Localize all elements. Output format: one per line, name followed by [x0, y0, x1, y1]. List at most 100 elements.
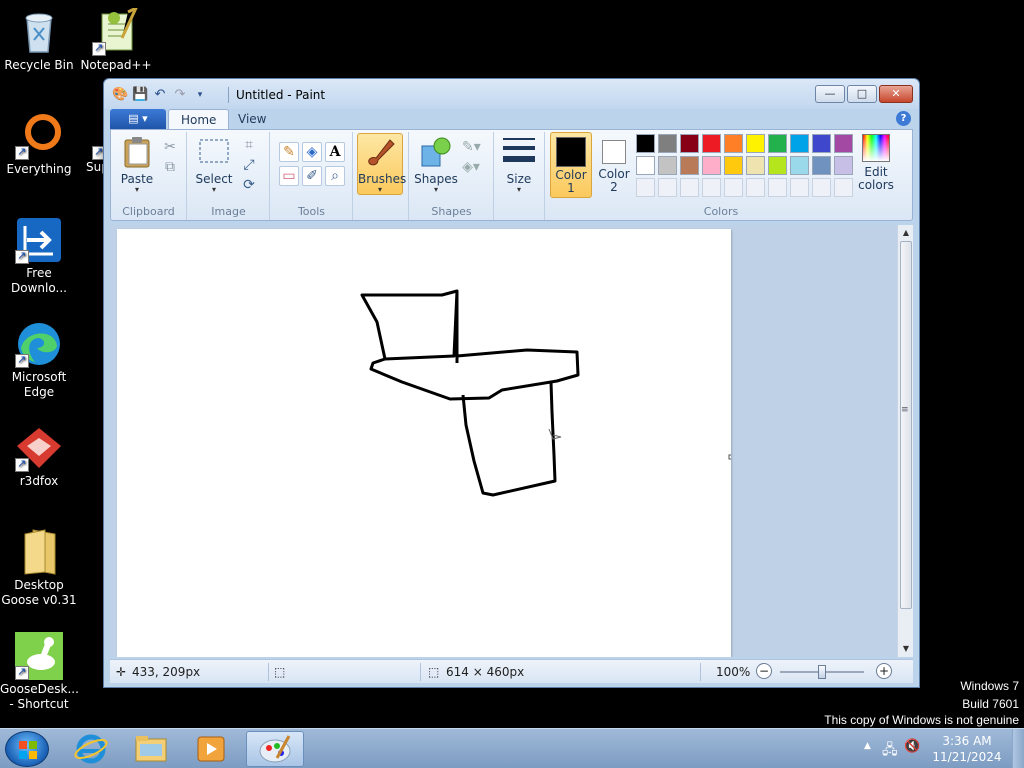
zoom-slider[interactable] [780, 665, 864, 679]
drawing-canvas[interactable] [117, 229, 734, 657]
desktop-icon-desktop-goose[interactable]: Desktop Goose v0.31 [0, 528, 78, 608]
taskbar-paint[interactable] [246, 731, 304, 767]
outline-icon[interactable]: ✎▾ [462, 138, 481, 156]
palette-swatch[interactable] [812, 178, 831, 197]
palette-swatch[interactable] [636, 134, 655, 153]
copy-icon[interactable]: ⧉ [161, 158, 179, 176]
palette-swatch[interactable] [702, 178, 721, 197]
edit-colors-button[interactable]: Edit colors [854, 134, 898, 192]
status-separator [700, 663, 701, 681]
zoom-out-icon[interactable]: − [756, 663, 772, 679]
fill-icon[interactable]: ◈ [302, 142, 322, 162]
paint-menu-button[interactable]: ▤ ▾ [110, 109, 166, 129]
eraser-icon[interactable]: ▭ [279, 166, 299, 186]
color2-button[interactable]: Color 2 [594, 132, 634, 198]
maximize-button[interactable]: □ [847, 85, 877, 103]
resize-icon[interactable]: ⤢ [240, 156, 258, 174]
palette-swatch[interactable] [768, 178, 787, 197]
pencil-icon[interactable]: ✎ [279, 142, 299, 162]
scroll-thumb[interactable] [900, 241, 912, 609]
undo-icon[interactable]: ↶ [152, 87, 168, 103]
rotate-icon[interactable]: ⟳ [240, 176, 258, 194]
color-spectrum-icon [862, 134, 890, 162]
palette-swatch[interactable] [768, 134, 787, 153]
desktop-icon-goosedesktop-shortcut[interactable]: GooseDesk... - Shortcut [0, 632, 79, 712]
desktop-icon-free-download[interactable]: Free Downlo... [0, 216, 78, 296]
drawing [360, 289, 734, 497]
palette-swatch[interactable] [658, 178, 677, 197]
magnifier-icon[interactable]: ⌕ [325, 166, 345, 186]
palette-swatch[interactable] [746, 178, 765, 197]
text-icon[interactable]: A [325, 142, 345, 162]
title-bar[interactable]: 🎨 💾 ↶ ↷ ▾ Untitled - Paint — □ ✕ [104, 79, 919, 109]
show-hidden-icons-icon[interactable]: ▲ [864, 741, 871, 751]
palette-swatch[interactable] [680, 156, 699, 175]
palette-swatch[interactable] [658, 134, 677, 153]
cursor-position: 433, 209px [132, 665, 201, 679]
palette-swatch[interactable] [680, 178, 699, 197]
scroll-up-icon[interactable]: ▲ [898, 225, 914, 241]
volume-muted-icon[interactable]: 🔇 [904, 739, 920, 754]
desktop-icon-r3dfox[interactable]: r3dfox [0, 424, 78, 489]
desktop-icon-partial[interactable]: Sup [78, 112, 104, 175]
cut-icon[interactable]: ✂ [161, 138, 179, 156]
palette-swatch[interactable] [636, 156, 655, 175]
desktop-icon-notepadpp[interactable]: Notepad++ [77, 4, 155, 73]
palette-swatch[interactable] [812, 156, 831, 175]
fill-shape-icon[interactable]: ◈▾ [462, 158, 480, 176]
network-icon[interactable]: 🖧 [882, 739, 898, 763]
desktop-icon-edge[interactable]: Microsoft Edge [0, 320, 78, 400]
paste-button[interactable]: Paste ▾ [117, 136, 157, 194]
palette-swatch[interactable] [834, 134, 853, 153]
palette-swatch[interactable] [834, 156, 853, 175]
taskbar-internet-explorer[interactable] [62, 731, 120, 767]
taskbar-media-player[interactable] [182, 731, 240, 767]
palette-swatch[interactable] [724, 178, 743, 197]
windows-logo-icon [19, 741, 37, 759]
shapes-button[interactable]: Shapes ▾ [414, 136, 458, 194]
tab-home[interactable]: Home [168, 109, 230, 130]
scroll-down-icon[interactable]: ▼ [898, 641, 914, 657]
vertical-scrollbar[interactable]: ▲ ≡ ▼ [897, 225, 913, 657]
close-button[interactable]: ✕ [879, 85, 913, 103]
paint-app-icon[interactable]: 🎨 [112, 87, 128, 103]
zoom-in-icon[interactable]: + [876, 663, 892, 679]
desktop-icon-everything[interactable]: Everything [0, 112, 78, 177]
palette-swatch[interactable] [834, 178, 853, 197]
save-icon[interactable]: 💾 [132, 87, 148, 103]
size-button[interactable]: Size ▾ [499, 136, 539, 194]
palette-swatch[interactable] [812, 134, 831, 153]
clock[interactable]: 3:36 AM 11/21/2024 [932, 733, 1002, 765]
tab-view[interactable]: View [226, 109, 278, 130]
paint-window[interactable]: 🎨 💾 ↶ ↷ ▾ Untitled - Paint — □ ✕ ▤ ▾ Hom… [103, 78, 920, 688]
palette-swatch[interactable] [724, 134, 743, 153]
start-button[interactable] [5, 731, 49, 767]
palette-swatch[interactable] [702, 156, 721, 175]
palette-swatch[interactable] [636, 178, 655, 197]
customize-qat-icon[interactable]: ▾ [192, 87, 208, 103]
color1-button[interactable]: Color 1 [550, 132, 592, 198]
help-icon[interactable]: ? [896, 111, 911, 126]
desktop-icon-recycle-bin[interactable]: Recycle Bin [0, 8, 78, 73]
palette-swatch[interactable] [790, 178, 809, 197]
palette-swatch[interactable] [768, 156, 787, 175]
palette-swatch[interactable] [790, 156, 809, 175]
taskbar-explorer[interactable] [122, 731, 180, 767]
select-label: Select [195, 172, 233, 186]
palette-swatch[interactable] [746, 134, 765, 153]
palette-swatch[interactable] [702, 134, 721, 153]
palette-swatch[interactable] [790, 134, 809, 153]
palette-swatch[interactable] [724, 156, 743, 175]
show-desktop-button[interactable] [1012, 729, 1024, 768]
color-picker-icon[interactable]: ✐ [302, 166, 322, 186]
line-width-icon [503, 136, 535, 168]
select-button[interactable]: Select ▾ [194, 136, 234, 194]
redo-icon[interactable]: ↷ [172, 87, 188, 103]
paint-icon [259, 735, 291, 763]
minimize-button[interactable]: — [815, 85, 845, 103]
palette-swatch[interactable] [746, 156, 765, 175]
palette-swatch[interactable] [658, 156, 677, 175]
zoom-slider-thumb[interactable] [818, 665, 826, 679]
palette-swatch[interactable] [680, 134, 699, 153]
crop-icon[interactable]: ⌗ [240, 136, 258, 154]
